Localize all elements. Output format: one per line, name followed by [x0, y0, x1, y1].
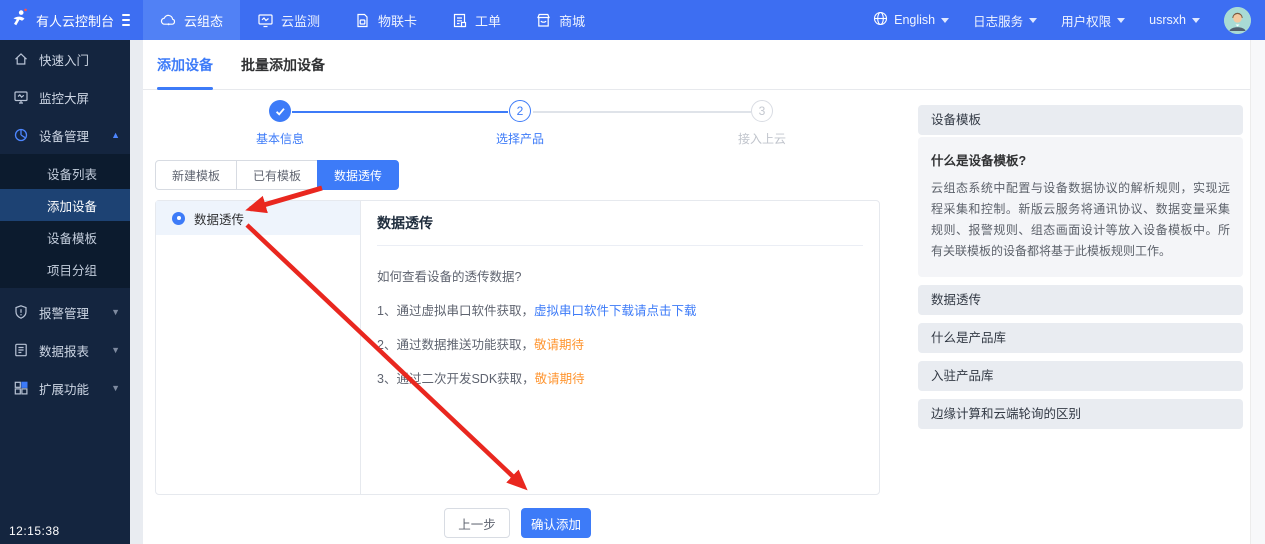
content-item-1: 1、通过虚拟串口软件获取，虚拟串口软件下载请点击下载	[377, 300, 863, 319]
previous-step-button[interactable]: 上一步	[444, 508, 510, 538]
chevron-up-icon: ▲	[111, 130, 120, 140]
nav-item-cloud-scada[interactable]: 云组态	[143, 0, 240, 40]
divider	[377, 245, 863, 246]
top-navbar: 有人云控制台 云组态 云监测	[0, 0, 1265, 40]
page-tabs: 添加设备 批量添加设备	[143, 40, 1250, 90]
menu-toggle-icon[interactable]	[122, 14, 130, 26]
confirm-add-button[interactable]: 确认添加	[521, 508, 591, 538]
sim-card-icon	[354, 12, 371, 29]
big-screen-icon	[13, 89, 29, 105]
option-data-passthrough[interactable]: 数据透传	[156, 201, 360, 235]
chevron-down-icon: ▼	[111, 307, 120, 317]
help-answer: 云组态系统中配置与设备数据协议的解析规则，实现远程采集和控制。新版云服务将通讯协…	[931, 178, 1230, 262]
device-gauge-icon	[13, 127, 29, 143]
radio-selected-icon[interactable]	[172, 212, 185, 225]
device-management-submenu: 设备列表 添加设备 设备模板 项目分组	[0, 154, 130, 288]
report-icon	[13, 342, 29, 358]
template-tab-existing[interactable]: 已有模板	[236, 160, 318, 190]
step-select-product: 2 选择产品	[460, 100, 580, 147]
language-selector[interactable]: English	[873, 11, 949, 29]
sidebar: 快速入门 监控大屏 设备管理 ▲ 设备列表 添加设备 设备模板 项目分组 报警管…	[0, 40, 130, 544]
nav-item-cloud-monitor[interactable]: 云监测	[240, 0, 337, 40]
apps-grid-icon	[13, 380, 29, 396]
template-tab-passthrough[interactable]: 数据透传	[317, 160, 399, 190]
sidebar-item-add-device[interactable]: 添加设备	[0, 189, 130, 221]
help-question: 什么是设备模板?	[931, 150, 1230, 169]
avatar[interactable]	[1224, 7, 1251, 34]
scrollbar[interactable]	[1250, 40, 1265, 544]
passthrough-panel: 数据透传 数据透传 如何查看设备的透传数据? 1、通过虚拟串口软件获取，虚拟串口…	[155, 200, 880, 495]
content-title: 数据透传	[377, 213, 863, 233]
help-panel: 设备模板 什么是设备模板? 云组态系统中配置与设备数据协议的解析规则，实现远程采…	[918, 105, 1243, 429]
cloud-icon	[160, 12, 177, 29]
main-area: 添加设备 批量添加设备 基本信息 2 选择产品 3 接入上云 新建模板 已有模板…	[130, 40, 1265, 544]
sidebar-item-quick-start[interactable]: 快速入门	[0, 40, 130, 78]
nav-item-mall[interactable]: 商城	[518, 0, 602, 40]
nav-item-iot-sim[interactable]: 物联卡	[337, 0, 434, 40]
step-check-icon	[269, 100, 291, 122]
stepper: 基本信息 2 选择产品 3 接入上云	[130, 90, 890, 150]
template-tab-new[interactable]: 新建模板	[155, 160, 237, 190]
help-section-what-is-product-library[interactable]: 什么是产品库	[918, 323, 1243, 353]
sidebar-item-data-report[interactable]: 数据报表 ▼	[0, 331, 130, 369]
sidebar-item-device-management[interactable]: 设备管理 ▲	[0, 116, 130, 154]
help-section-device-template[interactable]: 设备模板	[918, 105, 1243, 135]
help-section-data-passthrough[interactable]: 数据透传	[918, 285, 1243, 315]
sidebar-item-alarm-management[interactable]: 报警管理 ▼	[0, 293, 130, 331]
template-type-switch: 新建模板 已有模板 数据透传	[155, 160, 399, 190]
step-basic-info: 基本信息	[220, 100, 340, 147]
content-item-3: 3、通过二次开发SDK获取，敬请期待	[377, 368, 863, 387]
help-section-device-template-body: 什么是设备模板? 云组态系统中配置与设备数据协议的解析规则，实现远程采集和控制。…	[918, 137, 1243, 277]
sidebar-item-device-list[interactable]: 设备列表	[0, 157, 130, 189]
chevron-down-icon	[1029, 18, 1037, 23]
passthrough-content: 数据透传 如何查看设备的透传数据? 1、通过虚拟串口软件获取，虚拟串口软件下载请…	[361, 201, 879, 494]
app-title: 有人云控制台	[36, 11, 114, 30]
work-order-icon	[451, 12, 468, 29]
download-link[interactable]: 虚拟串口软件下载请点击下载	[534, 304, 697, 318]
chevron-down-icon	[1192, 18, 1200, 23]
topbar-right: English 日志服务 用户权限 usrsxh	[873, 7, 1265, 34]
globe-icon	[873, 11, 888, 29]
sidebar-item-project-group[interactable]: 项目分组	[0, 253, 130, 285]
monitor-icon	[257, 12, 274, 29]
sidebar-item-extended-functions[interactable]: 扩展功能 ▼	[0, 369, 130, 407]
top-nav: 云组态 云监测 物联卡	[143, 0, 602, 40]
username-menu[interactable]: usrsxh	[1149, 13, 1200, 27]
alarm-icon	[13, 304, 29, 320]
coming-soon-label: 敬请期待	[535, 372, 585, 386]
chevron-down-icon	[941, 18, 949, 23]
step-connect-cloud: 3 接入上云	[702, 100, 822, 147]
sidebar-item-device-template[interactable]: 设备模板	[0, 221, 130, 253]
store-icon	[535, 12, 552, 29]
sidebar-timestamp: 12:15:38	[9, 524, 60, 538]
chevron-down-icon: ▼	[111, 383, 120, 393]
nav-item-work-order[interactable]: 工单	[434, 0, 518, 40]
tab-batch-add-device[interactable]: 批量添加设备	[241, 40, 325, 90]
coming-soon-label: 敬请期待	[534, 338, 584, 352]
log-service-menu[interactable]: 日志服务	[973, 11, 1037, 30]
tab-add-device[interactable]: 添加设备	[157, 40, 213, 90]
option-list: 数据透传	[156, 201, 361, 494]
home-icon	[13, 51, 29, 67]
brand[interactable]: 有人云控制台	[0, 0, 130, 40]
content-question: 如何查看设备的透传数据?	[377, 266, 863, 285]
content-item-2: 2、通过数据推送功能获取，敬请期待	[377, 334, 863, 353]
wizard-footer: 上一步 确认添加	[155, 508, 880, 538]
chevron-down-icon: ▼	[111, 345, 120, 355]
help-section-join-product-library[interactable]: 入驻产品库	[918, 361, 1243, 391]
user-permission-menu[interactable]: 用户权限	[1061, 11, 1125, 30]
usr-logo-icon	[10, 8, 29, 32]
help-section-edge-vs-cloud-polling[interactable]: 边缘计算和云端轮询的区别	[918, 399, 1243, 429]
sidebar-item-monitor-screen[interactable]: 监控大屏	[0, 78, 130, 116]
chevron-down-icon	[1117, 18, 1125, 23]
